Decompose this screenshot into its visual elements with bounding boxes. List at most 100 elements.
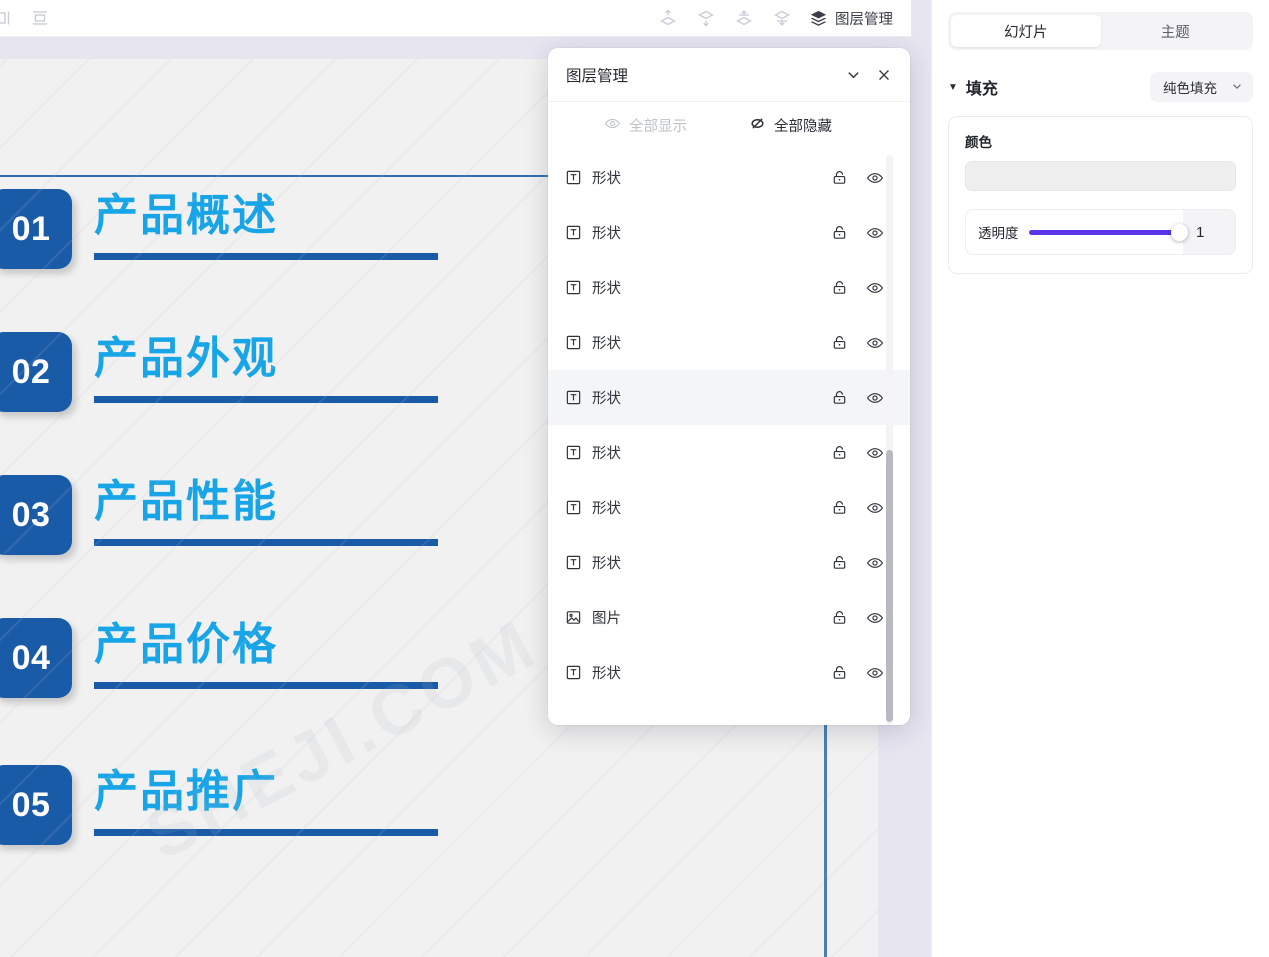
tab-slide[interactable]: 幻灯片 xyxy=(951,15,1101,47)
unlock-icon[interactable] xyxy=(831,499,848,516)
unlock-icon[interactable] xyxy=(831,279,848,296)
unlock-icon[interactable] xyxy=(831,664,848,681)
text-icon xyxy=(565,169,582,186)
eye-icon[interactable] xyxy=(866,169,884,187)
layer-row-label: 形状 xyxy=(592,222,621,243)
item-number-badge: 01 xyxy=(0,189,72,269)
layer-list[interactable]: 形状 xyxy=(548,150,910,717)
tab-theme[interactable]: 主题 xyxy=(1101,15,1251,47)
opacity-label: 透明度 xyxy=(966,222,1029,242)
layer-row-label: 形状 xyxy=(592,552,621,573)
text-icon xyxy=(565,444,582,461)
layer-row[interactable]: 形状 xyxy=(548,535,910,590)
item-text-group: 产品性能 xyxy=(94,475,438,546)
layer-row-actions xyxy=(831,224,884,242)
layer-row[interactable]: 图片 xyxy=(548,590,910,645)
eye-icon[interactable] xyxy=(866,554,884,572)
text-icon xyxy=(565,664,582,681)
slider-knob[interactable] xyxy=(1171,224,1188,241)
layer-list-scrollbar[interactable] xyxy=(886,155,893,725)
item-text-group: 产品概述 xyxy=(94,189,438,260)
list-item[interactable]: 05 产品推广 xyxy=(0,765,438,845)
fill-type-value: 纯色填充 xyxy=(1163,77,1217,97)
unlock-icon[interactable] xyxy=(831,609,848,626)
list-item[interactable]: 04 产品价格 xyxy=(0,618,438,698)
layer-row[interactable]: 形状 xyxy=(548,205,910,260)
layer-row-actions xyxy=(831,499,884,517)
close-icon[interactable] xyxy=(876,67,892,83)
properties-panel: 幻灯片 主题 ▼ 填充 纯色填充 颜色 透明度 xyxy=(931,0,1269,957)
eye-icon[interactable] xyxy=(866,444,884,462)
eye-icon[interactable] xyxy=(866,499,884,517)
eye-icon[interactable] xyxy=(866,334,884,352)
image-icon xyxy=(565,609,582,626)
item-number-badge: 04 xyxy=(0,618,72,698)
item-underline xyxy=(94,682,438,689)
layer-row-selected[interactable]: 形状 xyxy=(548,370,910,425)
chevron-down-icon[interactable] xyxy=(845,66,862,83)
opacity-value[interactable]: 1 xyxy=(1183,210,1235,254)
fill-type-select[interactable]: 纯色填充 xyxy=(1150,72,1253,102)
layer-panel-header: 图层管理 xyxy=(548,48,910,102)
text-icon xyxy=(565,279,582,296)
fill-section-header: ▼ 填充 纯色填充 xyxy=(948,72,1253,102)
unlock-icon[interactable] xyxy=(831,169,848,186)
unlock-icon[interactable] xyxy=(831,389,848,406)
caret-down-icon[interactable]: ▼ xyxy=(948,82,958,93)
list-item[interactable]: 02 产品外观 xyxy=(0,332,438,412)
eye-off-icon xyxy=(749,115,766,136)
layer-row[interactable]: 形状 xyxy=(548,150,910,205)
send-to-back-icon[interactable] xyxy=(694,6,718,30)
unlock-icon[interactable] xyxy=(831,554,848,571)
color-swatch-input[interactable] xyxy=(965,161,1236,191)
eye-icon[interactable] xyxy=(866,664,884,682)
layer-row-left: 形状 xyxy=(556,277,621,298)
layer-row-label: 形状 xyxy=(592,387,621,408)
eye-icon[interactable] xyxy=(866,609,884,627)
layer-row[interactable]: 形状 xyxy=(548,425,910,480)
eye-icon[interactable] xyxy=(866,224,884,242)
layer-manager-button[interactable]: 图层管理 xyxy=(808,8,893,29)
layer-row-actions xyxy=(831,554,884,572)
hide-all-label: 全部隐藏 xyxy=(774,115,832,136)
toolbar-align-group xyxy=(0,6,52,30)
layer-row-left: 图片 xyxy=(556,607,621,628)
unlock-icon[interactable] xyxy=(831,334,848,351)
align-left-icon[interactable] xyxy=(0,6,14,30)
layer-row-left: 形状 xyxy=(556,167,621,188)
layer-row-label: 图片 xyxy=(592,607,621,628)
send-backward-icon[interactable] xyxy=(770,6,794,30)
eye-icon[interactable] xyxy=(866,389,884,407)
layer-row[interactable]: 形状 xyxy=(548,260,910,315)
layer-row-actions xyxy=(831,444,884,462)
layer-row[interactable]: 形状 xyxy=(548,480,910,535)
slider-fill xyxy=(1029,230,1177,235)
layer-row-label: 形状 xyxy=(592,332,621,353)
list-item[interactable]: 01 产品概述 xyxy=(0,189,438,269)
fill-card: 颜色 透明度 1 xyxy=(948,116,1253,274)
scrollbar-thumb[interactable] xyxy=(886,450,893,722)
show-all-button[interactable]: 全部显示 xyxy=(604,115,687,136)
layer-manager-panel[interactable]: 图层管理 xyxy=(548,48,910,725)
align-center-vertical-icon[interactable] xyxy=(28,6,52,30)
layer-manager-label: 图层管理 xyxy=(835,8,893,29)
opacity-slider[interactable] xyxy=(1029,210,1184,254)
layer-row-left: 形状 xyxy=(556,332,621,353)
layer-panel-title: 图层管理 xyxy=(566,64,628,86)
layer-row-actions xyxy=(831,609,884,627)
layer-row[interactable]: 形状 xyxy=(548,315,910,370)
layer-row[interactable]: 形状 xyxy=(548,645,910,700)
bring-forward-icon[interactable] xyxy=(732,6,756,30)
layer-row-actions xyxy=(831,389,884,407)
unlock-icon[interactable] xyxy=(831,224,848,241)
item-text-group: 产品外观 xyxy=(94,332,438,403)
layer-row-label: 形状 xyxy=(592,662,621,683)
fill-section-title: 填充 xyxy=(966,75,998,99)
layer-row-left: 形状 xyxy=(556,662,621,683)
hide-all-button[interactable]: 全部隐藏 xyxy=(749,115,832,136)
eye-icon[interactable] xyxy=(866,279,884,297)
bring-to-front-icon[interactable] xyxy=(656,6,680,30)
unlock-icon[interactable] xyxy=(831,444,848,461)
item-text-group: 产品价格 xyxy=(94,618,438,689)
list-item[interactable]: 03 产品性能 xyxy=(0,475,438,555)
